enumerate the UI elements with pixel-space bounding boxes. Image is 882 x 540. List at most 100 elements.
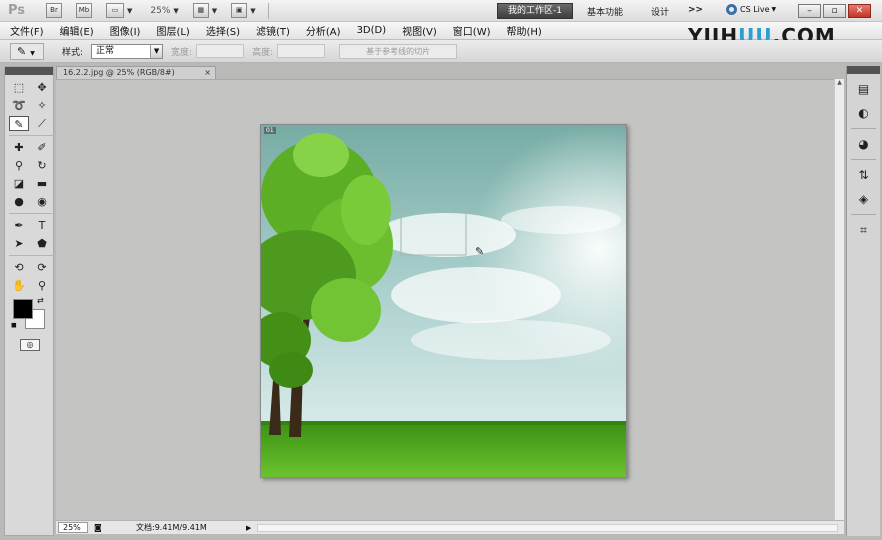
chevron-down-icon: ▼ [150,44,163,58]
divider [9,213,54,214]
eyedropper-icon[interactable]: ⟋ [32,116,52,131]
chevron-down-icon[interactable]: ▼ [127,7,132,15]
cs-live-button[interactable]: CS Live ▼ [726,4,776,15]
more-workspaces-button[interactable]: >> [688,5,703,15]
landscape-photo [261,125,626,477]
minimize-button[interactable]: – [798,4,821,18]
menu-analysis[interactable]: 分析(A) [306,23,341,38]
tools-panel: ⬚ ✥ ➰ ✧ ✎ ⟋ ✚ ✐ ⚲ ↻ ◪ ▬ ● ◉ ✒ T ➤ ⬟ ⟲ ⟳ … [4,66,54,536]
histogram-icon[interactable]: ▤ [854,80,874,98]
horizontal-scrollbar[interactable] [257,523,838,532]
close-icon[interactable]: × [204,67,211,79]
foreground-color-swatch[interactable] [13,299,33,319]
3d-rotate-icon[interactable]: ⟲ [9,260,29,275]
panel-header[interactable] [5,67,53,75]
gradient-icon[interactable]: ▬ [32,176,52,191]
menu-select[interactable]: 选择(S) [206,23,240,38]
status-zoom-field[interactable]: 25% [58,522,88,533]
crop-icon[interactable]: ⌗ [854,221,874,239]
divider [9,135,54,136]
slices-from-guides-button[interactable]: 基于参考线的切片 [339,43,458,59]
document-tab[interactable]: 16.2.2.jpg @ 25% (RGB/8#) × [56,66,216,79]
lasso-icon[interactable]: ➰ [9,98,29,113]
width-field[interactable] [196,44,245,58]
zoom-level-display[interactable]: 25% [150,6,170,16]
menu-help[interactable]: 帮助(H) [507,23,542,38]
status-menu-icon[interactable]: ◙ [94,523,106,532]
vertical-scrollbar[interactable]: ▲ [834,79,844,520]
arrange-documents-button[interactable]: ▦ [192,3,209,18]
workspace-design-button[interactable]: 设计 [651,5,669,18]
width-label: 宽度: [171,47,193,58]
divider [9,255,54,256]
quick-select-icon[interactable]: ✧ [32,98,52,113]
scroll-up-icon[interactable]: ▲ [835,79,844,86]
slice-cursor-icon: ✎ [475,245,485,258]
layers-icon[interactable]: ◈ [854,190,874,208]
type-icon[interactable]: T [32,218,52,233]
menu-image[interactable]: 图像(I) [110,23,141,38]
slice-number-badge: 01 [264,127,276,134]
shape-icon[interactable]: ⬟ [32,236,52,251]
menu-3d[interactable]: 3D(D) [357,25,387,36]
height-field[interactable] [277,44,326,58]
color-swatches: ⇄ ◼ [11,296,53,333]
slice-icon[interactable]: ✎ [9,116,29,131]
chevron-down-icon[interactable]: ▼ [212,7,217,15]
move-icon[interactable]: ✥ [32,80,52,95]
height-label: 高度: [252,47,274,58]
minibridge-button[interactable]: Mb [76,3,92,18]
bridge-button[interactable]: Br [46,3,62,18]
pen-icon[interactable]: ✒ [9,218,29,233]
menu-window[interactable]: 窗口(W) [453,23,491,38]
menu-filter[interactable]: 滤镜(T) [256,23,290,38]
status-menu-arrow-icon[interactable]: ▶ [246,524,251,532]
chevron-down-icon[interactable]: ▼ [250,7,255,15]
document-size-info: 文档:9.41M/9.41M [136,523,207,532]
workspace-basic-button[interactable]: 基本功能 [587,5,623,18]
menu-file[interactable]: 文件(F) [10,23,44,38]
status-bar: 25% ◙ 文档:9.41M/9.41M ▶ [56,520,844,534]
style-label: 样式: [62,47,84,58]
eraser-icon[interactable]: ◪ [9,176,29,191]
adjustments-icon[interactable]: ⇅ [854,166,874,184]
menu-view[interactable]: 视图(V) [402,23,437,38]
hand-icon[interactable]: ✋ [9,278,29,293]
options-bar: ✎ ▼ 样式: 正常 ▼ 宽度: 高度: 基于参考线的切片 [0,40,882,63]
style-select[interactable]: 正常 ▼ [91,43,164,59]
color-icon[interactable]: ◕ [854,135,874,153]
divider [851,128,876,129]
chevron-down-icon: ▼ [30,49,35,57]
tool-preset-picker[interactable]: ✎ ▼ [10,42,44,60]
view-extras-button[interactable]: ▭ [106,3,124,18]
screen-mode-button[interactable]: ▣ [231,3,248,18]
3d-orbit-icon[interactable]: ⟳ [32,260,52,275]
chevron-down-icon[interactable]: ▼ [173,7,178,15]
document-image[interactable]: 01 ✎ [260,124,627,478]
healing-icon[interactable]: ✚ [9,140,29,155]
default-colors-icon[interactable]: ◼ [11,321,17,329]
close-button[interactable]: ✕ [848,4,871,18]
cs-live-icon [726,4,737,15]
cs-live-label: CS Live [740,5,770,14]
window-controls: – ▫ ✕ [798,4,871,18]
clone-stamp-icon[interactable]: ⚲ [9,158,29,173]
panel-header[interactable] [847,66,880,74]
swap-colors-icon[interactable]: ⇄ [37,296,44,305]
navigator-icon[interactable]: ◐ [854,104,874,122]
history-brush-icon[interactable]: ↻ [32,158,52,173]
brush-icon[interactable]: ✐ [32,140,52,155]
workspace-active-button[interactable]: 我的工作区-1 [497,3,573,19]
menu-layer[interactable]: 图层(L) [156,23,189,38]
chevron-down-icon: ▼ [771,6,777,13]
zoom-icon[interactable]: ⚲ [32,278,52,293]
panel-dock: ▤ ◐ ◕ ⇅ ◈ ⌗ [846,66,880,536]
dodge-icon[interactable]: ◉ [32,194,52,209]
divider [851,214,876,215]
menu-edit[interactable]: 编辑(E) [60,23,94,38]
restore-button[interactable]: ▫ [823,4,846,18]
quick-mask-button[interactable]: ◎ [20,339,40,351]
blur-icon[interactable]: ● [9,194,29,209]
marquee-icon[interactable]: ⬚ [9,80,29,95]
path-select-icon[interactable]: ➤ [9,236,29,251]
